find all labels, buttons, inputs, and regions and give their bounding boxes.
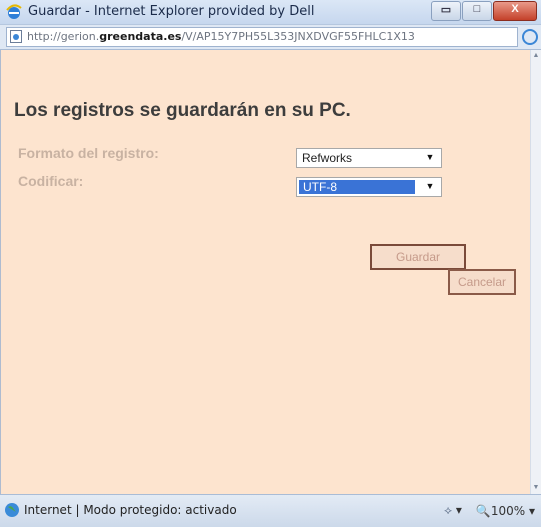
refresh-icon[interactable] <box>521 28 539 46</box>
url-path: /V/AP15Y7PH55L353JNXDVGF55FHLC1X13 <box>181 30 415 43</box>
page-icon <box>10 30 22 43</box>
address-bar: http://gerion.greendata.es/V/AP15Y7PH55L… <box>0 25 541 50</box>
encoding-label: Codificar: <box>18 173 84 189</box>
internet-explorer-icon <box>6 4 22 19</box>
vertical-scrollbar[interactable]: ▲ ▼ <box>530 50 541 494</box>
window-controls: ▭ □ X <box>430 1 537 21</box>
page-heading: Los registros se guardarán en su PC. <box>14 100 351 121</box>
format-selected-value: Refworks <box>302 151 353 165</box>
address-url: http://gerion.greendata.es/V/AP15Y7PH55L… <box>27 30 513 43</box>
zoom-dropdown-icon: ▾ <box>528 503 535 518</box>
status-bar: Internet | Modo protegido: activado ⟡ ▾ … <box>0 494 541 527</box>
status-zone-text: Internet | Modo protegido: activado <box>24 503 237 517</box>
globe-icon <box>5 503 19 517</box>
zoom-icon: 🔍 <box>475 503 491 518</box>
format-label: Formato del registro: <box>18 145 159 161</box>
url-prefix: http://gerion. <box>27 30 100 43</box>
cancel-button[interactable]: Cancelar <box>448 269 516 295</box>
chevron-down-icon: ▼ <box>425 181 435 191</box>
maximize-icon: □ <box>473 3 481 15</box>
close-icon: X <box>511 3 519 15</box>
security-dropdown-icon: ▾ <box>455 503 462 517</box>
maximize-button[interactable]: □ <box>462 1 492 21</box>
security-icon: ⟡ <box>444 503 453 517</box>
scroll-up-icon[interactable]: ▲ <box>532 52 540 60</box>
scroll-down-icon[interactable]: ▼ <box>532 484 540 492</box>
zoom-button[interactable]: 🔍100% ▾ <box>476 504 535 518</box>
security-button[interactable]: ⟡ ▾ <box>444 503 462 518</box>
minimize-icon: ▭ <box>440 4 452 16</box>
window-title: Guardar - Internet Explorer provided by … <box>28 4 315 19</box>
status-controls: ⟡ ▾ 🔍100% ▾ <box>444 503 535 518</box>
format-select[interactable]: Refworks ▼ <box>296 148 442 168</box>
close-button[interactable]: X <box>493 1 537 21</box>
title-bar: Guardar - Internet Explorer provided by … <box>0 0 541 25</box>
encoding-select[interactable]: UTF-8 ▼ <box>296 177 442 197</box>
save-button[interactable]: Guardar <box>370 244 466 270</box>
chevron-down-icon: ▼ <box>425 152 435 162</box>
zoom-level: 100% <box>490 503 526 518</box>
address-field[interactable]: http://gerion.greendata.es/V/AP15Y7PH55L… <box>6 27 518 47</box>
url-domain: greendata.es <box>99 30 182 43</box>
encoding-selected-value: UTF-8 <box>303 180 337 194</box>
minimize-button[interactable]: ▭ <box>431 1 461 21</box>
